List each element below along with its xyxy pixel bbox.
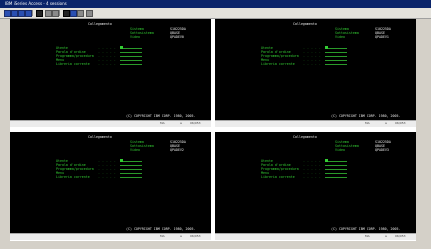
video-label: Video <box>130 35 140 39</box>
screen-title: Collegamento <box>88 22 112 26</box>
sessions-grid: Collegamento Sistema S10225DA Sottosiste… <box>10 19 416 241</box>
video-label: Video <box>335 35 345 39</box>
window-title: IBM iSeries Access - 4 sessions <box>5 1 67 6</box>
print-icon[interactable] <box>25 10 32 17</box>
status-indicator: a <box>385 234 387 238</box>
video-label: Video <box>130 148 140 152</box>
status-bar: MA a 06/053 <box>215 233 416 240</box>
text-cursor <box>120 46 123 49</box>
title-bar: IBM iSeries Access - 4 sessions <box>0 0 431 8</box>
status-bar: MA a 06/053 <box>10 233 211 240</box>
help-icon[interactable] <box>86 10 93 17</box>
status-indicator: a <box>385 121 387 125</box>
video-value: QPADEV3 <box>375 148 389 152</box>
video-label: Video <box>335 148 345 152</box>
open-icon[interactable] <box>11 10 18 17</box>
status-mode: MA <box>365 121 370 125</box>
field-label-library: Libreria corrente <box>261 62 295 66</box>
emulator-window: IBM iSeries Access - 4 sessions Collegam… <box>0 0 431 249</box>
status-indicator: a <box>180 121 182 125</box>
video-value: QPADEV1 <box>375 35 389 39</box>
copyright-notice: (C) COPYRIGHT IBM CORP. 1980, 2005. <box>126 227 196 231</box>
cursor-position: 06/053 <box>190 234 201 238</box>
save-icon[interactable] <box>18 10 25 17</box>
terminal-screen[interactable]: Collegamento Sistema S10225DA Sottosiste… <box>10 132 211 234</box>
status-indicator: a <box>180 234 182 238</box>
paste-icon[interactable] <box>52 10 59 17</box>
status-bar: MA a 06/053 <box>10 120 211 127</box>
library-input[interactable] <box>120 175 142 179</box>
dot-leader: . . . . . <box>303 62 321 66</box>
toolbar-separator <box>32 10 33 16</box>
terminal-screen[interactable]: Collegamento Sistema S10225DA Sottosiste… <box>215 19 416 121</box>
status-bar: MA a 06/053 <box>215 120 416 127</box>
library-input[interactable] <box>120 62 142 66</box>
screen-title: Collegamento <box>88 135 112 139</box>
field-label-library: Libreria corrente <box>56 62 90 66</box>
text-cursor <box>120 159 123 162</box>
toolbar-separator <box>59 10 60 16</box>
copyright-notice: (C) COPYRIGHT IBM CORP. 1980, 2005. <box>331 227 401 231</box>
session-pane-3[interactable]: Collegamento Sistema S10225DA Sottosiste… <box>10 132 211 240</box>
copyright-notice: (C) COPYRIGHT IBM CORP. 1980, 2005. <box>126 114 196 118</box>
status-mode: MA <box>160 234 165 238</box>
text-cursor <box>325 159 328 162</box>
library-input[interactable] <box>325 175 347 179</box>
session-pane-2[interactable]: Collegamento Sistema S10225DA Sottosiste… <box>215 19 416 127</box>
macro-icon[interactable] <box>63 10 70 17</box>
screen-title: Collegamento <box>293 135 317 139</box>
cursor-position: 06/053 <box>395 234 406 238</box>
connect-icon[interactable] <box>36 10 43 17</box>
dot-leader: . . . . . <box>98 62 116 66</box>
cursor-position: 06/053 <box>190 121 201 125</box>
copy-icon[interactable] <box>45 10 52 17</box>
dot-leader: . . . . . <box>303 175 321 179</box>
keypad-icon[interactable] <box>70 10 77 17</box>
dot-leader: . . . . . <box>98 175 116 179</box>
session-pane-4[interactable]: Collegamento Sistema S10225DA Sottosiste… <box>215 132 416 240</box>
field-label-library: Libreria corrente <box>56 175 90 179</box>
screen-title: Collegamento <box>293 22 317 26</box>
copyright-notice: (C) COPYRIGHT IBM CORP. 1980, 2005. <box>331 114 401 118</box>
library-input[interactable] <box>325 62 347 66</box>
toolbar <box>0 8 431 19</box>
cursor-position: 06/053 <box>395 121 406 125</box>
video-value: QPADEV0 <box>170 35 184 39</box>
status-mode: MA <box>160 121 165 125</box>
status-mode: MA <box>365 234 370 238</box>
field-label-library: Libreria corrente <box>261 175 295 179</box>
settings-icon[interactable] <box>77 10 84 17</box>
video-value: QPADEV2 <box>170 148 184 152</box>
new-session-icon[interactable] <box>4 10 11 17</box>
session-pane-1[interactable]: Collegamento Sistema S10225DA Sottosiste… <box>10 19 211 127</box>
text-cursor <box>325 46 328 49</box>
terminal-screen[interactable]: Collegamento Sistema S10225DA Sottosiste… <box>10 19 211 121</box>
terminal-screen[interactable]: Collegamento Sistema S10225DA Sottosiste… <box>215 132 416 234</box>
